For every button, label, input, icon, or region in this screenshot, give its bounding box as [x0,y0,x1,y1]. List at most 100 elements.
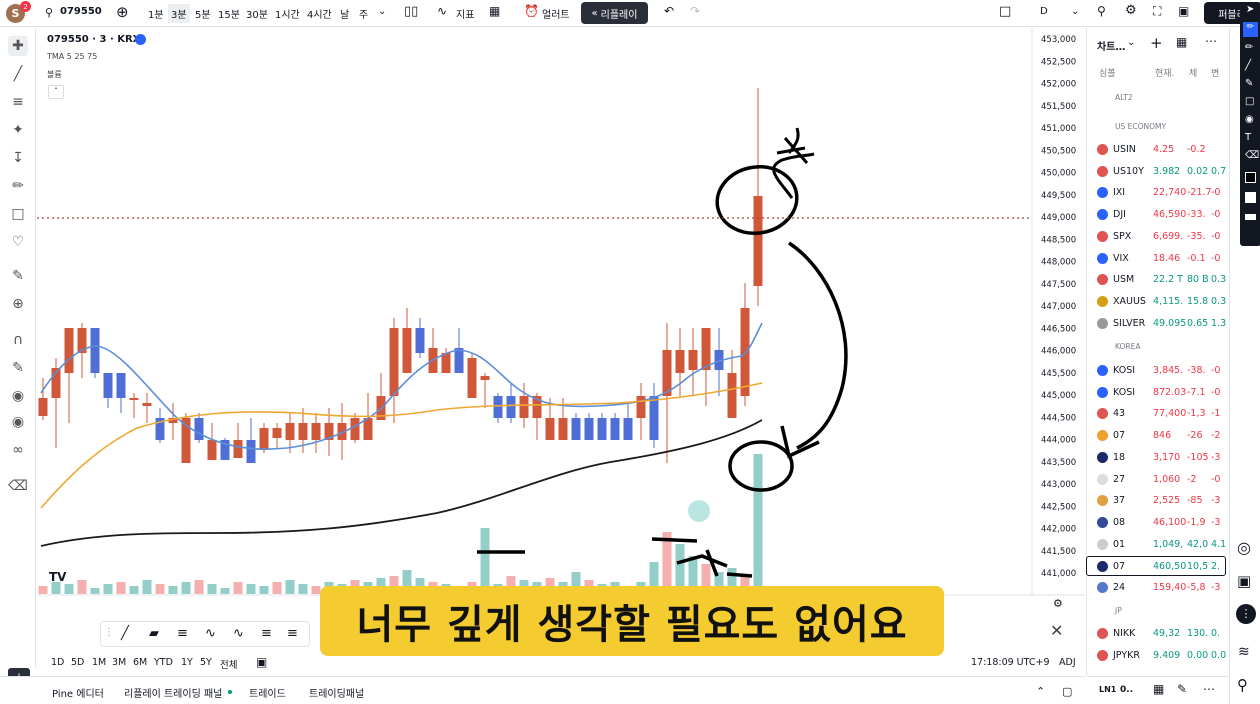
watchlist-title[interactable]: 차트… [1097,38,1125,53]
close-drawbar-icon[interactable]: ✕ [1050,621,1063,640]
layout-letter[interactable]: D [1040,6,1048,17]
link-icon[interactable]: ∞ [8,440,28,460]
search-icon[interactable]: ⚲ [45,6,53,19]
watchlist-row[interactable]: NIKK 49,32 130. 0. [1087,624,1227,644]
section-alt[interactable]: ALT2 [1115,93,1133,102]
watchlist-row[interactable]: IXI 22,740 -21.7 -0 [1087,183,1227,203]
watchlist-more-icon[interactable]: ⋯ [1205,34,1217,48]
time-axis-settings-icon[interactable]: ⚙ [1053,597,1063,610]
fav-fib3-icon[interactable]: ≡ [287,626,298,641]
watchlist-row[interactable]: 37 2,525 -85 -3 [1087,491,1227,511]
text-icon[interactable]: □ [8,204,28,224]
fav-fib2-icon[interactable]: ≡ [261,626,272,641]
fib-icon[interactable]: ≡ [8,92,28,112]
palette-cursor-icon[interactable]: ➤ [1246,4,1254,15]
palette-fill-icon[interactable]: ◉ [1245,114,1254,125]
interval-week[interactable]: 주 [359,6,368,21]
range-3m[interactable]: 3M [112,657,126,668]
fav-wave-icon[interactable]: ∿ [205,626,216,641]
watchlist-row[interactable]: SPX 6,699. -35. -0 [1087,227,1227,247]
indicators-icon[interactable]: ∿ [437,4,447,18]
fav-wave2-icon[interactable]: ∿ [233,626,244,641]
footer-symbol[interactable]: LN1 [1099,685,1116,694]
interval-3m[interactable]: 3분 [168,4,190,23]
footer-more-icon[interactable]: ⋯ [1203,682,1215,696]
pattern-icon[interactable]: ✦ [8,120,28,140]
measure-icon[interactable]: ↧ [8,148,28,168]
range-5y[interactable]: 5Y [200,657,212,668]
chart-canvas[interactable]: 453,000 452,500 452,000 451,500 451,000 450,5… [37,28,1085,596]
interval-dropdown-icon[interactable]: ⌄ [378,6,386,17]
fav-trendline-icon[interactable]: ╱ [121,626,129,641]
quick-search-icon[interactable]: ⚲ [1097,4,1106,18]
watchlist-row[interactable]: DJI 46,590 -33. -0 [1087,205,1227,225]
section-economy[interactable]: US ECONOMY [1115,122,1166,131]
watchlist-row[interactable]: JPYKR 9.409 0.00 0.0 [1087,646,1227,666]
watchlist-row[interactable]: USIN 4.25 -0.2 [1087,140,1227,160]
palette-brush-icon[interactable]: ✎ [1245,78,1253,89]
palette-marker-icon[interactable]: ✏ [1245,42,1253,53]
drag-handle-icon[interactable]: ⋮ [104,627,114,638]
help-icon[interactable]: ⚲ [1237,676,1248,694]
magnet-icon[interactable]: ∩ [8,330,28,350]
brush-icon[interactable]: ✏ [8,176,28,196]
range-ytd[interactable]: YTD [154,657,173,668]
zoom-icon[interactable]: ⊕ [8,294,28,314]
ma-legend[interactable]: TMA 5 25 75 [47,52,97,61]
watchlist-row[interactable]: USM 22.2 T 80 B 0.3 [1087,270,1227,290]
range-all[interactable]: 전체 [220,657,237,671]
palette-text-icon[interactable]: T [1245,132,1251,143]
interval-day[interactable]: 날 [340,6,349,21]
palette-rect-icon[interactable]: □ [1245,96,1254,107]
watchlist-row[interactable]: 43 77,400 -1,3 -1 [1087,404,1227,424]
add-symbol-icon-panel[interactable]: + [1150,34,1163,52]
volume-legend[interactable]: 볼륨 [47,69,62,80]
layout-dropdown-icon[interactable]: ⌄ [1071,6,1079,17]
date-range-icon[interactable]: ▣ [256,655,267,669]
indicators-button[interactable]: 지표 [456,6,474,21]
legend-toggle-icon[interactable]: ˆ [48,85,64,99]
lock-drawing-icon[interactable]: ✎ [8,358,28,378]
interval-30m[interactable]: 30분 [246,6,268,21]
col-price[interactable]: 현재. [1155,66,1174,79]
watchlist-row[interactable]: 07 460,50 10,5 2. [1086,556,1226,577]
broadcast-icon[interactable]: ≋ [1238,644,1250,660]
col-symbol[interactable]: 심볼 [1099,66,1116,79]
palette-line-icon[interactable]: ╱ [1245,60,1251,71]
watchlist-dropdown-icon[interactable]: ⌄ [1127,37,1135,48]
settings-gear-icon[interactable]: ⚙ [1125,3,1137,18]
palette-color-black[interactable] [1245,172,1256,183]
ruler-icon[interactable]: ✎ [8,266,28,286]
section-korea[interactable]: KOREA [1115,342,1141,351]
legend-collapse-icon[interactable] [135,34,146,45]
apps-icon[interactable]: ⋮ [1236,604,1256,624]
legend-title[interactable]: 079550 · 3 · KRX [47,34,140,45]
footer-value[interactable]: 0.. [1120,685,1133,695]
calendar-icon[interactable]: ▣ [1237,572,1251,590]
alert-icon[interactable]: ⏰ [524,4,539,18]
watchlist-row[interactable]: XAUUS 4,115. 15.8 0.3 [1087,292,1227,312]
redo-icon[interactable]: ↷ [690,4,700,18]
fullscreen-icon[interactable]: ⛶ [1153,4,1161,19]
palette-size-icon[interactable] [1245,214,1256,220]
col-change[interactable]: 체 [1189,66,1197,79]
interval-4h[interactable]: 4시간 [307,6,332,21]
trendline-icon[interactable]: ╱ [8,64,28,84]
undo-icon[interactable]: ↶ [664,4,674,18]
col-pct[interactable]: 변 [1211,66,1219,79]
palette-pen-icon[interactable]: ✏ [1243,22,1258,37]
symbol-search-button[interactable]: 079550 [60,6,102,17]
replay-button[interactable]: «리플레이 [581,2,648,24]
fav-fib-icon[interactable]: ≡ [177,626,188,641]
panel-maximize-icon[interactable]: ▢ [1062,685,1072,698]
watchlist-row[interactable]: 24 159,40 -5,8 -3 [1087,578,1227,598]
range-1m[interactable]: 1M [92,657,106,668]
watchlist-row[interactable]: 07 846 -26 -2 [1087,426,1227,446]
watchlist-row[interactable]: KOSI 872.03 -7.1 -0 [1087,383,1227,403]
watchlist-row[interactable]: SILVER 49.095 0.65 1.3 [1087,314,1227,334]
tab-pine-editor[interactable]: Pine 에디터 [52,685,104,700]
watchlist-row[interactable]: 27 1,060 -2 -0 [1087,470,1227,490]
interval-15m[interactable]: 15분 [218,6,240,21]
watchlist-layout-icon[interactable]: ▦ [1176,35,1187,49]
camera-icon[interactable]: ▣ [1178,4,1189,18]
